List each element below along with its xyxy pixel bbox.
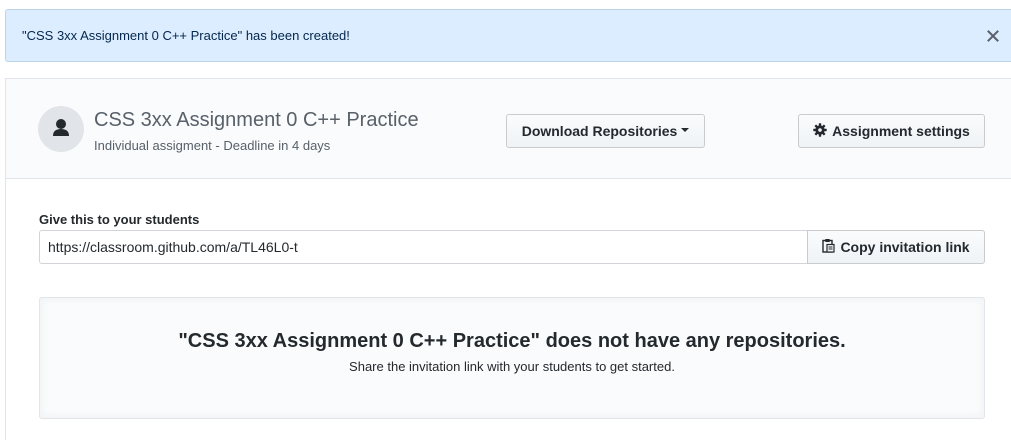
flash-message: "CSS 3xx Assignment 0 C++ Practice" has … <box>22 28 350 43</box>
clipboard-icon <box>822 238 836 256</box>
invitation-link-input[interactable] <box>39 230 807 264</box>
blankslate-description: Share the invitation link with your stud… <box>349 359 675 374</box>
person-icon <box>38 106 84 152</box>
invite-label: Give this to your students <box>39 212 200 227</box>
assignment-panel: CSS 3xx Assignment 0 C++ Practice Indivi… <box>5 78 1011 440</box>
assignment-header: CSS 3xx Assignment 0 C++ Practice Indivi… <box>6 79 1011 179</box>
flash-banner: "CSS 3xx Assignment 0 C++ Practice" has … <box>5 9 1011 62</box>
download-repositories-button[interactable]: Download Repositories <box>506 114 705 148</box>
assignment-settings-label: Assignment settings <box>832 123 970 139</box>
assignment-subtitle: Individual assigment - Deadline in 4 day… <box>94 138 331 153</box>
close-icon[interactable] <box>985 26 1001 46</box>
download-repositories-label: Download Repositories <box>521 123 678 139</box>
gear-icon <box>813 122 827 140</box>
copy-invitation-link-button[interactable]: Copy invitation link <box>807 230 985 264</box>
copy-invitation-link-label: Copy invitation link <box>840 239 970 255</box>
caret-down-icon <box>681 128 690 132</box>
blankslate-title: "CSS 3xx Assignment 0 C++ Practice" does… <box>178 330 846 352</box>
empty-repositories-blankslate: "CSS 3xx Assignment 0 C++ Practice" does… <box>39 297 985 419</box>
invite-link-group: Copy invitation link <box>39 230 985 264</box>
assignment-settings-button[interactable]: Assignment settings <box>798 114 985 148</box>
assignment-title: CSS 3xx Assignment 0 C++ Practice <box>94 109 419 131</box>
